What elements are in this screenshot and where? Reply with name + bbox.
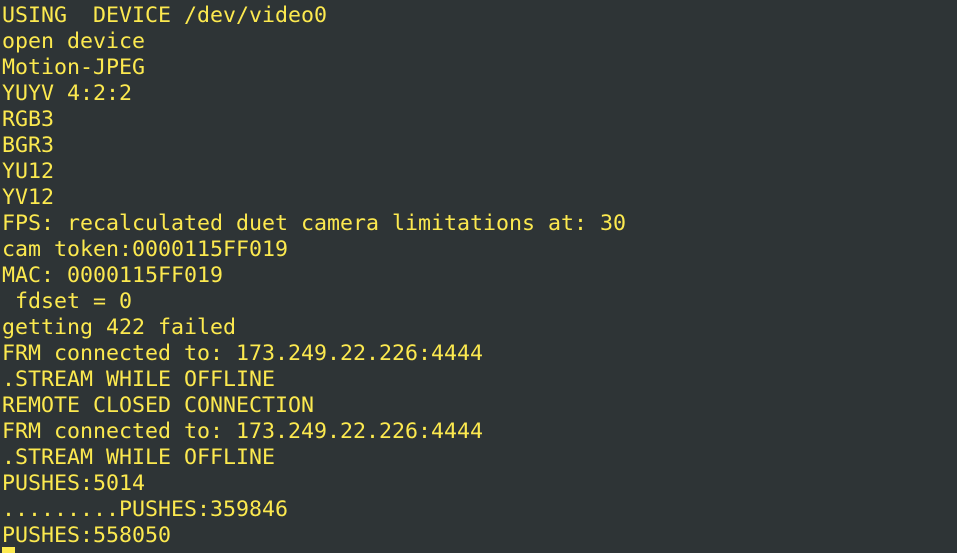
output-line: open device	[2, 29, 146, 54]
clipped-previous-line	[0, 0, 957, 2]
output-line: .STREAM WHILE OFFLINE	[2, 445, 276, 470]
output-line: MAC: 0000115FF019	[2, 263, 224, 288]
output-line: FRM connected to: 173.249.22.226:4444	[2, 341, 484, 366]
output-line: USING DEVICE /dev/video0	[2, 3, 328, 28]
output-line: cam token:0000115FF019	[2, 237, 289, 262]
output-line: RGB3	[2, 107, 55, 132]
output-line: YV12	[2, 185, 55, 210]
output-line: fdset = 0	[2, 289, 133, 314]
output-line: YUYV 4:2:2	[2, 81, 133, 106]
terminal-window[interactable]: USING DEVICE /dev/video0 open device Mot…	[0, 0, 957, 553]
text-cursor	[2, 547, 15, 553]
output-line: BGR3	[2, 133, 55, 158]
output-line: FPS: recalculated duet camera limitation…	[2, 211, 627, 236]
output-line: FRM connected to: 173.249.22.226:4444	[2, 419, 484, 444]
terminal-output: USING DEVICE /dev/video0 open device Mot…	[2, 3, 626, 549]
output-line: .........PUSHES:359846	[2, 497, 289, 522]
output-line: PUSHES:558050	[2, 523, 172, 548]
output-line: YU12	[2, 159, 55, 184]
output-line: Motion-JPEG	[2, 55, 146, 80]
output-line: REMOTE CLOSED CONNECTION	[2, 393, 315, 418]
output-line: .STREAM WHILE OFFLINE	[2, 367, 276, 392]
output-line: getting 422 failed	[2, 315, 237, 340]
output-line: PUSHES:5014	[2, 471, 146, 496]
